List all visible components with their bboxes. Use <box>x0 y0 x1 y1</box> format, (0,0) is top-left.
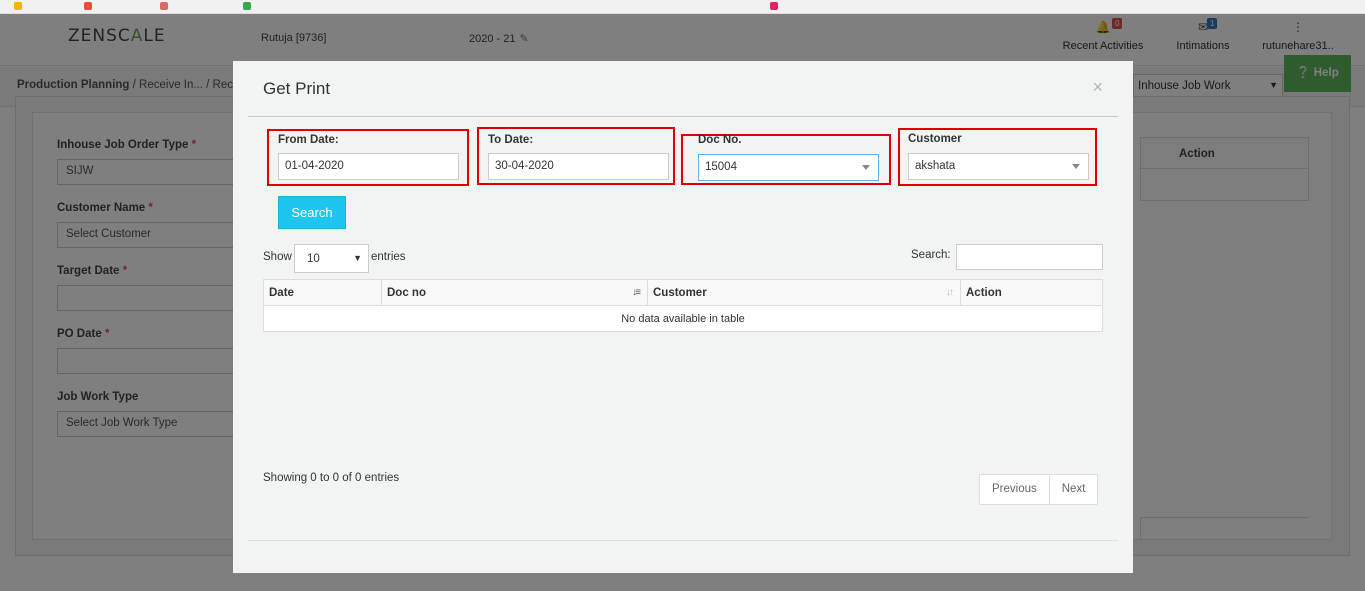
show-label: Show <box>263 251 292 263</box>
entries-label: entries <box>371 251 406 263</box>
print-results-table: Date Doc no ↓≡ Customer ↓↑ Action No data … <box>263 279 1103 332</box>
column-action: Action <box>960 279 1103 306</box>
close-icon[interactable]: × <box>1092 77 1103 98</box>
bookmark-icon[interactable] <box>84 2 92 10</box>
doc-no-label: Doc No. <box>698 134 742 146</box>
bookmark-icon[interactable] <box>160 2 168 10</box>
empty-table-message: No data available in table <box>263 305 1103 332</box>
table-info: Showing 0 to 0 of 0 entries <box>263 472 400 484</box>
to-date-label: To Date: <box>488 134 534 146</box>
customer-field: Customer akshata <box>898 128 1097 186</box>
to-date-input[interactable]: 30-04-2020 <box>488 153 669 180</box>
customer-label: Customer <box>908 133 962 145</box>
doc-no-field: Doc No. 15004 <box>681 134 891 185</box>
caret-down-icon <box>862 165 870 170</box>
bookmark-icon[interactable] <box>770 2 778 10</box>
entries-per-page-select[interactable]: 10 ▼ <box>294 244 369 273</box>
modal-header-divider <box>248 116 1118 117</box>
pagination: Previous Next <box>979 474 1099 505</box>
from-date-label: From Date: <box>278 134 339 146</box>
bookmark-icon[interactable] <box>14 2 22 10</box>
sort-desc-icon: ↓≡ <box>632 287 641 298</box>
from-date-field: From Date: 01-04-2020 <box>267 129 469 186</box>
column-customer[interactable]: Customer ↓↑ <box>647 279 961 306</box>
table-header-row: Date Doc no ↓≡ Customer ↓↑ Action <box>263 279 1103 306</box>
next-page-button[interactable]: Next <box>1048 475 1098 504</box>
modal-footer-divider <box>248 540 1118 541</box>
bookmark-icon[interactable] <box>243 2 251 10</box>
column-date[interactable]: Date <box>263 279 382 306</box>
search-button[interactable]: Search <box>278 196 346 229</box>
customer-select[interactable]: akshata <box>908 153 1089 180</box>
doc-no-select[interactable]: 15004 <box>698 154 879 181</box>
to-date-field: To Date: 30-04-2020 <box>477 127 675 185</box>
table-search-input[interactable] <box>956 244 1103 270</box>
get-print-modal: Get Print × From Date: 01-04-2020 To Dat… <box>233 61 1133 573</box>
table-search-label: Search: <box>911 249 951 261</box>
browser-bookmarks-bar <box>0 0 1365 14</box>
table-row: No data available in table <box>263 305 1103 332</box>
column-doc-no[interactable]: Doc no ↓≡ <box>381 279 648 306</box>
from-date-input[interactable]: 01-04-2020 <box>278 153 459 180</box>
modal-title: Get Print <box>263 79 331 98</box>
caret-down-icon <box>1072 164 1080 169</box>
sort-both-icon: ↓↑ <box>946 287 954 298</box>
previous-page-button[interactable]: Previous <box>980 475 1049 504</box>
caret-down-icon: ▼ <box>353 253 362 263</box>
